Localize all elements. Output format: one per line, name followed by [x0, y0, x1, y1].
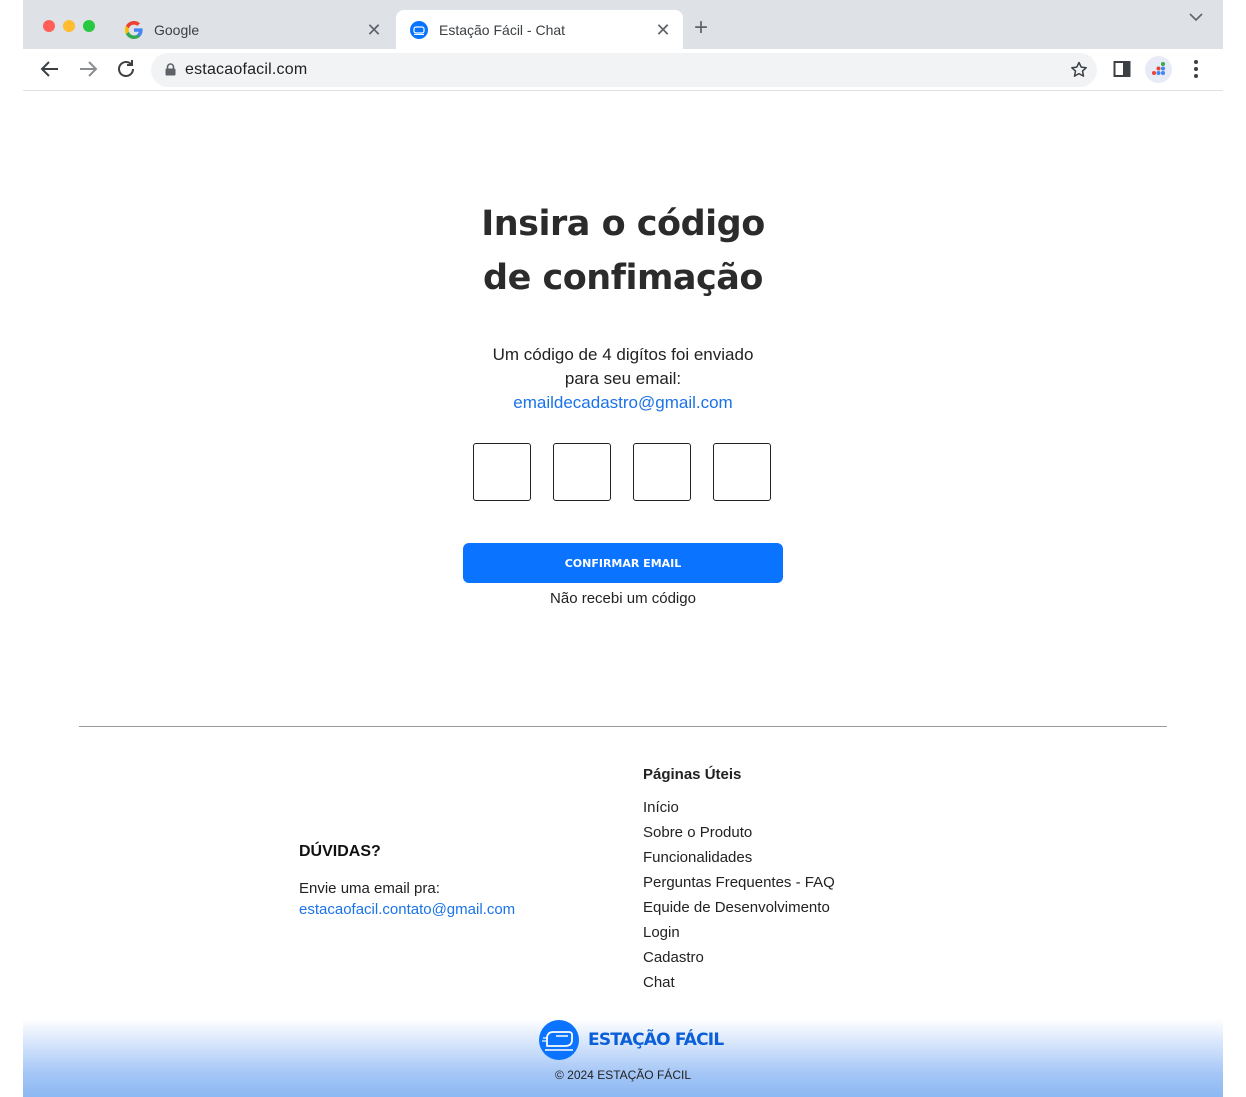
contact-email-link[interactable]: estacaofacil.contato@gmail.com — [299, 899, 515, 920]
profile-avatar[interactable] — [1145, 56, 1172, 83]
instructions-text: Um código de 4 digítos foi enviado para … — [23, 343, 1223, 415]
bookmark-star-icon[interactable] — [1069, 60, 1089, 85]
address-bar[interactable]: estacaofacil.com — [151, 53, 1097, 87]
tab-estacao-facil-chat[interactable]: Estação Fácil - Chat ✕ — [396, 10, 683, 49]
reload-icon[interactable] — [114, 57, 138, 81]
useful-pages-list: Início Sobre o Produto Funcionalidades P… — [643, 795, 835, 995]
resend-code-link[interactable]: Não recebi um código — [23, 590, 1223, 607]
train-logo-icon — [539, 1020, 579, 1060]
url-text: estacaofacil.com — [185, 61, 308, 78]
lock-icon[interactable] — [165, 63, 176, 81]
brand-logo[interactable]: ESTAÇÃO FÁCIL — [539, 1019, 724, 1061]
page-title-line-2: de confimação — [483, 258, 763, 298]
code-input-group — [473, 443, 773, 503]
footer-link-login[interactable]: Login — [643, 920, 835, 945]
code-digit-3-input[interactable] — [633, 443, 691, 501]
tab-google[interactable]: Google ✕ — [111, 10, 394, 49]
tab-title: Estação Fácil - Chat — [439, 21, 566, 38]
brand-name: ESTAÇÃO FÁCIL — [588, 1030, 724, 1050]
instructions-line-2: para seu email: — [564, 369, 682, 388]
instructions-line-1: Um código de 4 digítos foi enviado — [492, 345, 754, 364]
registered-email: emaildecadastro@gmail.com — [513, 393, 733, 412]
tab-title: Google — [154, 21, 200, 38]
copyright-text: © 2024 ESTAÇÃO FÁCIL — [554, 1068, 691, 1082]
page-title-line-1: Insira o código — [481, 204, 765, 244]
code-digit-1-input[interactable] — [473, 443, 531, 501]
code-digit-2-input[interactable] — [553, 443, 611, 501]
tab-search-chevron-down-icon[interactable] — [1187, 8, 1205, 26]
questions-text: Envie uma email pra: estacaofacil.contat… — [299, 878, 515, 920]
questions-prompt: Envie uma email pra: — [299, 880, 440, 897]
browser-window: Google ✕ Estação Fácil - Chat ✕ + estaca… — [23, 0, 1223, 1097]
tab-strip: Google ✕ Estação Fácil - Chat ✕ + — [23, 0, 1223, 49]
close-tab-icon[interactable]: ✕ — [655, 21, 671, 39]
questions-title: DÚVIDAS? — [299, 843, 381, 860]
new-tab-plus-icon[interactable]: + — [689, 16, 713, 40]
side-panel-icon[interactable] — [1110, 57, 1134, 81]
footer-link-equipe[interactable]: Equide de Desenvolvimento — [643, 895, 835, 920]
page-content: Insira o código de confimação Um código … — [23, 91, 1223, 1097]
footer-link-faq[interactable]: Perguntas Frequentes - FAQ — [643, 870, 835, 895]
footer-bar: ESTAÇÃO FÁCIL © 2024 ESTAÇÃO FÁCIL — [23, 1019, 1223, 1097]
kebab-menu-icon[interactable] — [1184, 57, 1208, 81]
page-title: Insira o código de confimação — [23, 197, 1223, 305]
close-tab-icon[interactable]: ✕ — [366, 21, 382, 39]
footer-link-funcionalidades[interactable]: Funcionalidades — [643, 845, 835, 870]
maximize-window-button[interactable] — [83, 20, 95, 32]
footer-link-inicio[interactable]: Início — [643, 795, 835, 820]
useful-pages-title: Páginas Úteis — [643, 766, 742, 783]
browser-toolbar: estacaofacil.com — [23, 49, 1223, 91]
footer-link-chat[interactable]: Chat — [643, 970, 835, 995]
close-window-button[interactable] — [43, 20, 55, 32]
minimize-window-button[interactable] — [63, 20, 75, 32]
footer-link-sobre-produto[interactable]: Sobre o Produto — [643, 820, 835, 845]
back-arrow-icon[interactable] — [38, 57, 62, 81]
google-favicon-icon — [125, 20, 143, 39]
confirm-email-button[interactable]: CONFIRMAR EMAIL — [463, 543, 783, 583]
footer-link-cadastro[interactable]: Cadastro — [643, 945, 835, 970]
forward-arrow-icon[interactable] — [76, 57, 100, 81]
code-digit-4-input[interactable] — [713, 443, 771, 501]
footer-divider — [79, 726, 1167, 727]
estacao-facil-favicon-icon — [410, 20, 428, 39]
